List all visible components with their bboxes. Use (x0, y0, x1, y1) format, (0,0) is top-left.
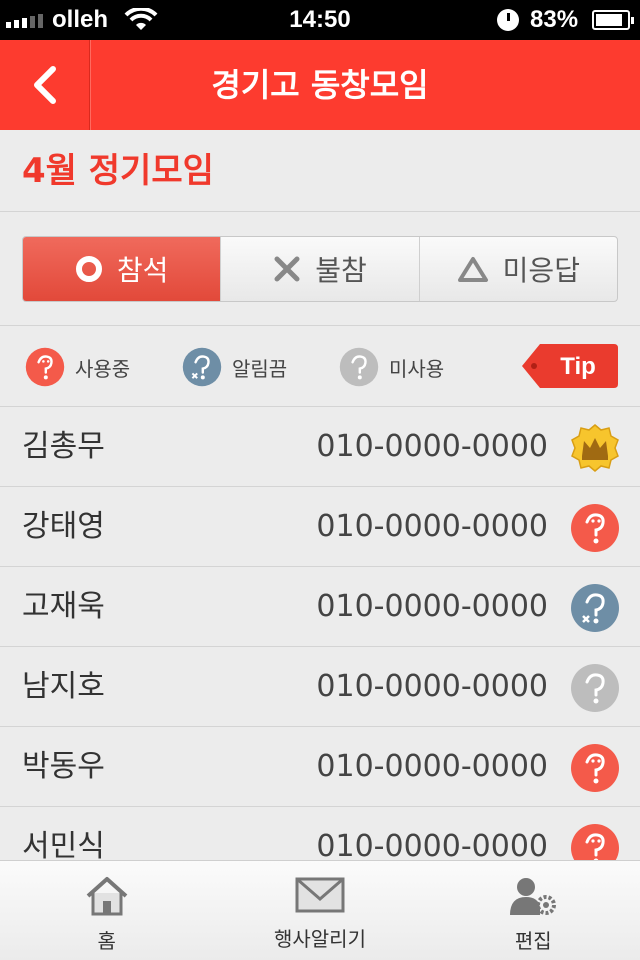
nav-header: 경기고 동창모임 (0, 40, 640, 130)
member-row[interactable]: 강태영 010-0000-0000 (0, 487, 640, 567)
member-phone[interactable]: 010-0000-0000 (316, 807, 548, 860)
status-legend: 사용중 알림끔 미사용 Tip (0, 327, 640, 407)
legend-muted-label: 알림끔 (232, 356, 288, 381)
chevron-left-icon (33, 66, 56, 104)
member-name: 박동우 (22, 749, 105, 784)
decline-button[interactable]: 불참 (220, 237, 418, 301)
legend-unused-label: 미사용 (389, 356, 445, 381)
attend-label: 참석 (116, 254, 169, 287)
member-name: 남지호 (22, 669, 105, 704)
face-unused-icon (571, 664, 619, 712)
face-muted-icon (571, 584, 619, 632)
tab-home[interactable]: 홈 (0, 861, 213, 960)
member-row[interactable]: 박동우 010-0000-0000 (0, 727, 640, 807)
legend-active: 사용중 (25, 347, 130, 387)
member-name: 서민식 (22, 829, 105, 860)
member-name: 김총무 (22, 429, 105, 464)
member-row[interactable]: 서민식 010-0000-0000 (0, 807, 640, 860)
attendance-section: 참석 불참 미응답 (0, 212, 640, 326)
decline-label: 불참 (315, 254, 367, 287)
member-name: 고재욱 (22, 589, 105, 624)
face-active-icon (25, 347, 65, 387)
legend-unused: 미사용 (339, 347, 444, 387)
attend-button[interactable]: 참석 (23, 237, 221, 301)
member-name: 강태영 (22, 509, 105, 544)
face-unused-icon (339, 347, 379, 387)
legend-muted: 알림끔 (182, 347, 287, 387)
member-phone[interactable]: 010-0000-0000 (316, 567, 548, 647)
member-phone[interactable]: 010-0000-0000 (316, 487, 548, 567)
face-active-icon (571, 504, 619, 552)
member-list: 김총무 010-0000-0000 강태영 010-0000-0000 고재욱 … (0, 407, 640, 860)
page-title: 경기고 동창모임 (211, 66, 429, 104)
status-bar: olleh 14:50 83% (0, 0, 640, 40)
battery-icon (592, 10, 634, 30)
no-response-label: 미응답 (502, 254, 580, 287)
no-response-button[interactable]: 미응답 (418, 237, 617, 301)
event-title: 4월 정기모임 (0, 130, 640, 212)
tab-edit[interactable]: 편집 (427, 861, 640, 960)
crown-icon (571, 424, 619, 472)
tab-bar: 홈 행사알리기 편집 (0, 860, 640, 960)
triangle-icon (457, 257, 488, 282)
envelope-icon (295, 877, 345, 913)
member-row[interactable]: 김총무 010-0000-0000 (0, 407, 640, 487)
tip-button[interactable]: Tip (520, 342, 619, 390)
member-phone[interactable]: 010-0000-0000 (316, 727, 548, 807)
back-button[interactable] (0, 40, 90, 130)
user-settings-icon (510, 878, 557, 915)
member-row[interactable]: 고재욱 010-0000-0000 (0, 567, 640, 647)
member-phone[interactable]: 010-0000-0000 (316, 647, 548, 727)
battery-percentage: 83% (530, 6, 579, 33)
circle-icon (75, 256, 102, 282)
face-active-icon (571, 744, 619, 792)
member-phone[interactable]: 010-0000-0000 (316, 407, 548, 487)
face-muted-icon (182, 347, 222, 387)
x-icon (274, 256, 300, 282)
tab-announce-event-label: 행사알리기 (273, 927, 366, 951)
tab-announce-event[interactable]: 행사알리기 (213, 861, 426, 960)
home-icon (86, 877, 127, 916)
tip-label: Tip (560, 353, 596, 380)
face-active-icon (571, 824, 619, 860)
attendance-segmented-control: 참석 불참 미응답 (22, 236, 618, 302)
alarm-clock-icon (497, 9, 519, 31)
member-row[interactable]: 남지호 010-0000-0000 (0, 647, 640, 727)
legend-active-label: 사용중 (75, 356, 131, 381)
tab-home-label: 홈 (97, 929, 116, 953)
tab-edit-label: 편집 (514, 929, 552, 953)
